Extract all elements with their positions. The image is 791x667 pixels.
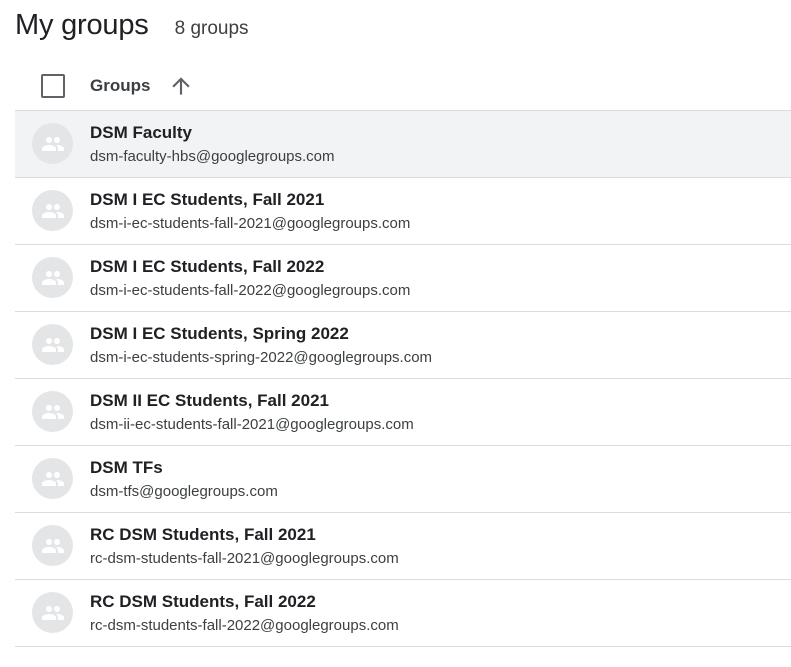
group-icon	[32, 391, 73, 432]
group-row[interactable]: RC DSM Students, Fall 2021 rc-dsm-studen…	[15, 513, 791, 580]
group-icon	[32, 190, 73, 231]
select-all-checkbox[interactable]	[41, 74, 65, 98]
group-email: dsm-i-ec-students-spring-2022@googlegrou…	[90, 349, 433, 366]
group-row[interactable]: DSM Faculty dsm-faculty-hbs@googlegroups…	[15, 111, 791, 178]
group-row[interactable]: DSM I EC Students, Fall 2022 dsm-i-ec-st…	[15, 245, 791, 312]
group-email: dsm-ii-ec-students-fall-2021@googlegroup…	[90, 416, 414, 433]
group-icon	[32, 458, 73, 499]
group-email: dsm-faculty-hbs@googlegroups.com	[90, 148, 335, 165]
group-email: rc-dsm-students-fall-2021@googlegroups.c…	[90, 550, 399, 567]
group-name: DSM I EC Students, Fall 2022	[90, 257, 325, 276]
column-header-groups[interactable]: Groups	[90, 76, 150, 96]
group-email: dsm-i-ec-students-fall-2022@googlegroups…	[90, 282, 411, 299]
table-header: Groups	[15, 62, 791, 111]
group-row[interactable]: DSM I EC Students, Fall 2021 dsm-i-ec-st…	[15, 178, 791, 245]
group-name: RC DSM Students, Fall 2021	[90, 525, 316, 544]
arrow-up-icon[interactable]	[168, 73, 194, 99]
group-icon	[32, 592, 73, 633]
group-name: DSM Faculty	[90, 123, 193, 142]
group-row[interactable]: RC DSM Students, Fall 2022 rc-dsm-studen…	[15, 580, 791, 647]
group-row[interactable]: DSM I EC Students, Spring 2022 dsm-i-ec-…	[15, 312, 791, 379]
group-icon	[32, 324, 73, 365]
group-icon	[32, 525, 73, 566]
groups-list: DSM Faculty dsm-faculty-hbs@googlegroups…	[15, 111, 791, 647]
group-name: DSM II EC Students, Fall 2021	[90, 391, 330, 410]
group-email: dsm-tfs@googlegroups.com	[90, 483, 278, 500]
group-email: rc-dsm-students-fall-2022@googlegroups.c…	[90, 617, 399, 634]
group-row[interactable]: DSM TFs dsm-tfs@googlegroups.com	[15, 446, 791, 513]
page-header: My groups 8 groups	[15, 9, 249, 49]
group-email: dsm-i-ec-students-fall-2021@googlegroups…	[90, 215, 411, 232]
group-name: DSM I EC Students, Spring 2022	[90, 324, 349, 343]
group-icon	[32, 123, 73, 164]
page-title: My groups	[15, 9, 149, 41]
group-name: DSM TFs	[90, 458, 163, 477]
group-count: 8 groups	[174, 18, 249, 39]
group-name: RC DSM Students, Fall 2022	[90, 592, 316, 611]
group-row[interactable]: DSM II EC Students, Fall 2021 dsm-ii-ec-…	[15, 379, 791, 446]
group-name: DSM I EC Students, Fall 2021	[90, 190, 325, 209]
group-icon	[32, 257, 73, 298]
